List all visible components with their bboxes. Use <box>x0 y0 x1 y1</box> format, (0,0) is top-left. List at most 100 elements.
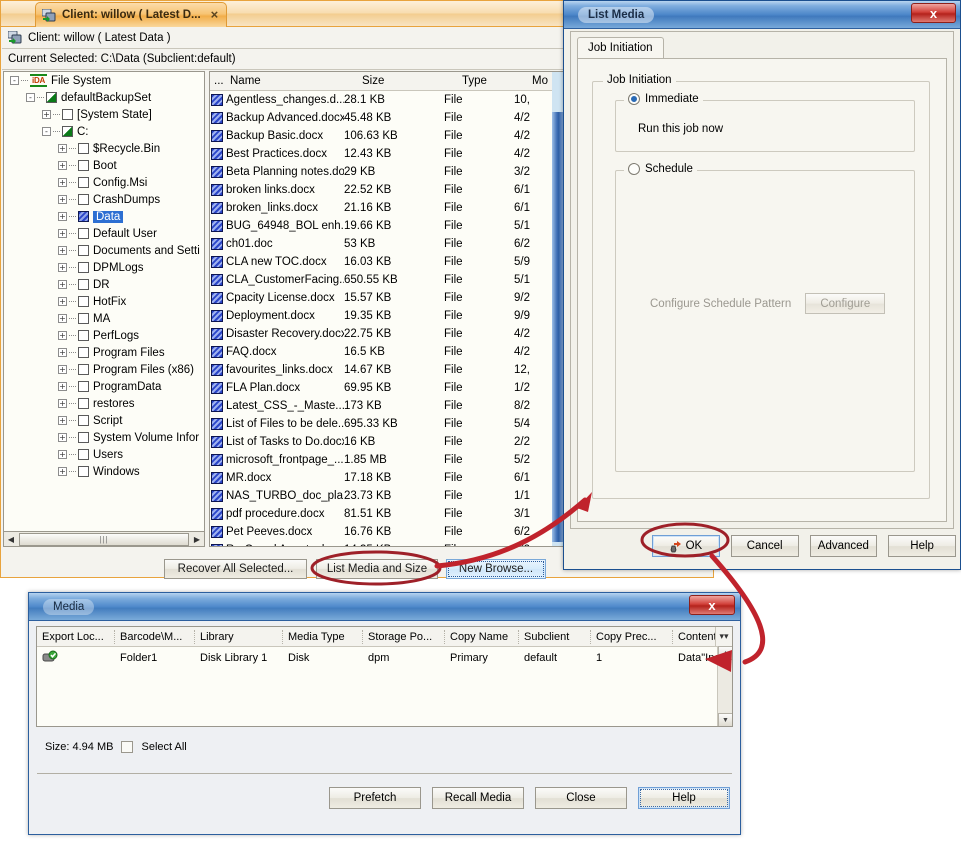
file-row[interactable]: NAS_TURBO_doc_pla...23.73 KBFile1/1 <box>210 487 563 505</box>
expand-icon[interactable]: + <box>40 108 53 121</box>
file-row[interactable]: Cpacity License.docx15.57 KBFile9/2 <box>210 289 563 307</box>
tree-checkbox[interactable] <box>78 330 89 341</box>
file-row[interactable]: broken_links.docx21.16 KBFile6/1 <box>210 199 563 217</box>
expand-icon[interactable]: + <box>56 329 69 342</box>
tree-checkbox[interactable] <box>78 347 89 358</box>
expand-icon[interactable]: + <box>56 142 69 155</box>
expand-icon[interactable]: + <box>56 193 69 206</box>
media-column-header[interactable]: Library <box>195 630 283 644</box>
expand-icon[interactable]: + <box>56 465 69 478</box>
expand-icon[interactable]: + <box>56 278 69 291</box>
tree-item[interactable]: +Config.Msi <box>4 174 204 191</box>
list-media-and-size-button[interactable]: List Media and Size <box>316 559 438 579</box>
file-row[interactable]: favourites_links.docx14.67 KBFile12, <box>210 361 563 379</box>
tree-checkbox[interactable] <box>78 449 89 460</box>
file-row[interactable]: MR.docx17.18 KBFile6/1 <box>210 469 563 487</box>
chevron-down-icon[interactable]: ▾▾ <box>715 627 732 646</box>
file-row[interactable]: Backup Basic.docx106.63 KBFile4/2 <box>210 127 563 145</box>
tree-checkbox[interactable] <box>78 262 89 273</box>
tree-item[interactable]: +[System State] <box>4 106 204 123</box>
media-row[interactable]: Folder1Disk Library 1DiskdpmPrimarydefau… <box>37 647 732 669</box>
tree-checkbox[interactable] <box>78 279 89 290</box>
file-row[interactable]: Latest_CSS_-_Maste...173 KBFile8/2 <box>210 397 563 415</box>
close-icon[interactable]: x <box>911 3 956 23</box>
tree-checkbox[interactable] <box>78 415 89 426</box>
scroll-thumb[interactable] <box>552 112 563 542</box>
tab-job-initiation[interactable]: Job Initiation <box>577 37 664 59</box>
file-row[interactable]: microsoft_frontpage_...1.85 MBFile5/2 <box>210 451 563 469</box>
file-row[interactable]: CLA_CustomerFacing...650.55 KBFile5/1 <box>210 271 563 289</box>
tree-item[interactable]: +ProgramData <box>4 378 204 395</box>
tree-horizontal-scrollbar[interactable]: ◀ ||| ▶ <box>3 531 205 547</box>
file-row[interactable]: Best Practices.docx12.43 KBFile4/2 <box>210 145 563 163</box>
tree-checkbox[interactable] <box>78 296 89 307</box>
tree-item[interactable]: +restores <box>4 395 204 412</box>
file-row[interactable]: ch01.doc53 KBFile6/2 <box>210 235 563 253</box>
tree-item[interactable]: -C: <box>4 123 204 140</box>
file-row[interactable]: broken links.docx22.52 KBFile6/1 <box>210 181 563 199</box>
tree-item[interactable]: +Windows <box>4 463 204 480</box>
file-row[interactable]: pdf procedure.docx81.51 KBFile3/1 <box>210 505 563 523</box>
tree-item[interactable]: +DPMLogs <box>4 259 204 276</box>
expand-icon[interactable]: + <box>56 448 69 461</box>
expand-icon[interactable]: + <box>56 261 69 274</box>
media-table[interactable]: Export Loc...Barcode\M...LibraryMedia Ty… <box>36 626 733 727</box>
collapse-icon[interactable]: - <box>24 91 37 104</box>
select-all-checkbox[interactable] <box>121 741 133 753</box>
scroll-up-icon[interactable]: ▲ <box>718 646 733 660</box>
scroll-right-icon[interactable]: ▶ <box>190 532 204 546</box>
backup-tree[interactable]: -iDAFile System-defaultBackupSet+[System… <box>3 71 205 537</box>
tree-item[interactable]: +Boot <box>4 157 204 174</box>
expand-icon[interactable]: + <box>56 295 69 308</box>
tree-item[interactable]: -iDAFile System <box>4 72 204 89</box>
tree-item[interactable]: +Users <box>4 446 204 463</box>
file-row[interactable]: FLA Plan.docx69.95 KBFile1/2 <box>210 379 563 397</box>
column-header-type[interactable]: Type <box>458 75 528 87</box>
file-row[interactable]: Deployment.docx19.35 KBFile9/9 <box>210 307 563 325</box>
column-header-size[interactable]: Size <box>358 75 458 87</box>
new-browse-button[interactable]: New Browse... <box>446 559 546 579</box>
media-table-scrollbar[interactable]: ▲ ▼ <box>717 646 732 727</box>
recover-all-selected-button[interactable]: Recover All Selected... <box>164 559 307 579</box>
media-column-header[interactable]: Copy Prec... <box>591 630 673 644</box>
file-row[interactable]: Re-Orged Agents.docx14.35 KBFile6/2 <box>210 541 563 547</box>
expand-icon[interactable]: + <box>56 397 69 410</box>
help-button[interactable]: Help <box>638 787 730 809</box>
tree-item[interactable]: +Program Files <box>4 344 204 361</box>
tree-item[interactable]: +Program Files (x86) <box>4 361 204 378</box>
expand-icon[interactable]: + <box>56 346 69 359</box>
close-icon[interactable]: x <box>689 595 735 615</box>
media-column-header[interactable]: Storage Po... <box>363 630 445 644</box>
tree-checkbox[interactable] <box>78 381 89 392</box>
tree-item[interactable]: +Default User <box>4 225 204 242</box>
tab-client-willow[interactable]: Client: willow ( Latest D... × <box>35 2 227 27</box>
scroll-thumb[interactable]: ||| <box>19 533 189 546</box>
tree-checkbox[interactable] <box>78 177 89 188</box>
tree-item[interactable]: +MA <box>4 310 204 327</box>
tree-checkbox[interactable] <box>62 109 73 120</box>
file-list[interactable]: ... Name Size Type Mo Agentless_changes.… <box>209 71 564 547</box>
file-row[interactable]: BUG_64948_BOL enh...19.66 KBFile5/1 <box>210 217 563 235</box>
tree-item[interactable]: +DR <box>4 276 204 293</box>
prefetch-button[interactable]: Prefetch <box>329 787 421 809</box>
expand-icon[interactable]: + <box>56 244 69 257</box>
tree-checkbox[interactable] <box>78 228 89 239</box>
immediate-radio-row[interactable]: Immediate <box>624 93 703 105</box>
file-list-scrollbar[interactable] <box>552 72 563 546</box>
help-button[interactable]: Help <box>888 535 956 557</box>
schedule-radio[interactable] <box>628 163 640 175</box>
column-header-name[interactable]: Name <box>226 75 358 87</box>
media-column-header[interactable]: Media Type <box>283 630 363 644</box>
collapse-icon[interactable]: - <box>40 125 53 138</box>
file-row[interactable]: Backup Advanced.docx45.48 KBFile4/2 <box>210 109 563 127</box>
file-row[interactable]: List of Files to be dele...695.33 KBFile… <box>210 415 563 433</box>
advanced-button[interactable]: Advanced <box>810 535 878 557</box>
expand-icon[interactable]: + <box>56 431 69 444</box>
expand-icon[interactable]: + <box>56 227 69 240</box>
tree-checkbox[interactable] <box>78 313 89 324</box>
file-row[interactable]: Beta Planning notes.doc29 KBFile3/2 <box>210 163 563 181</box>
tree-checkbox[interactable] <box>78 364 89 375</box>
tree-checkbox[interactable] <box>62 126 73 137</box>
tree-checkbox[interactable] <box>78 194 89 205</box>
close-button[interactable]: Close <box>535 787 627 809</box>
